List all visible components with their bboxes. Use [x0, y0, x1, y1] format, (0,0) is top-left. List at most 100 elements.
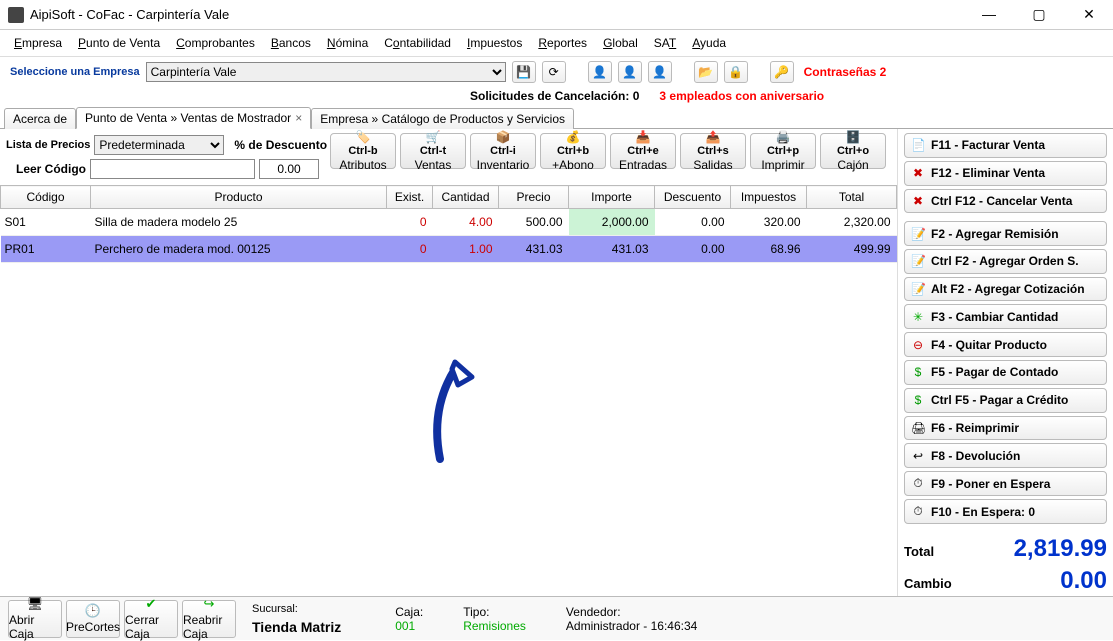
menu-global[interactable]: Global: [597, 34, 644, 52]
precortes-button[interactable]: 🕒PreCortes: [66, 600, 120, 638]
refresh-icon[interactable]: ⟳: [542, 61, 566, 83]
maximize-button[interactable]: ▢: [1023, 6, 1055, 23]
box-icon: 📦: [496, 130, 511, 144]
en-espera-button[interactable]: ⏱F10 - En Espera: 0: [904, 499, 1107, 524]
eliminar-button[interactable]: ✖F12 - Eliminar Venta: [904, 161, 1107, 186]
shortcut-bar: 🏷️Ctrl-bAtributos 🛒Ctrl-tVentas 📦Ctrl-iI…: [330, 133, 886, 169]
table-row[interactable]: S01 Silla de madera modelo 25 0 4.00 500…: [1, 209, 897, 236]
lock-icon[interactable]: 🔒: [724, 61, 748, 83]
entradas-button[interactable]: 📥Ctrl+eEntradas: [610, 133, 676, 169]
tab-catalogo-productos[interactable]: Empresa » Catálogo de Productos y Servic…: [311, 108, 574, 129]
facturar-button[interactable]: 📄F11 - Facturar Venta: [904, 133, 1107, 158]
menu-comprobantes[interactable]: Comprobantes: [170, 34, 261, 52]
col-precio[interactable]: Precio: [499, 186, 569, 209]
imprimir-button[interactable]: 🖨️Ctrl+pImprimir: [750, 133, 816, 169]
label-seleccione-empresa: Seleccione una Empresa: [10, 66, 140, 78]
clock-icon: ⏱: [911, 504, 925, 519]
tab-acerca-de[interactable]: Acerca de: [4, 108, 76, 129]
table-row[interactable]: PR01 Perchero de madera mod. 00125 0 1.0…: [1, 236, 897, 263]
pagar-credito-button[interactable]: $Ctrl F5 - Pagar a Crédito: [904, 388, 1107, 413]
menu-nomina[interactable]: Nómina: [321, 34, 374, 52]
tab-ventas-mostrador[interactable]: Punto de Venta » Ventas de Mostrador×: [76, 107, 311, 129]
user1-icon[interactable]: 👤: [588, 61, 612, 83]
minimize-button[interactable]: —: [973, 6, 1005, 23]
folder-icon[interactable]: 📂: [694, 61, 718, 83]
atributos-button[interactable]: 🏷️Ctrl-bAtributos: [330, 133, 396, 169]
pct-descuento-label: % de Descuento: [234, 138, 327, 152]
key-icon[interactable]: 🔑: [770, 61, 794, 83]
espera-button[interactable]: ⏱F9 - Poner en Espera: [904, 471, 1107, 496]
col-cantidad[interactable]: Cantidad: [433, 186, 499, 209]
cajon-button[interactable]: 🗄️Ctrl+oCajón: [820, 133, 886, 169]
ventas-button[interactable]: 🛒Ctrl-tVentas: [400, 133, 466, 169]
user2-icon[interactable]: 👤: [618, 61, 642, 83]
col-producto[interactable]: Producto: [91, 186, 387, 209]
col-importe[interactable]: Importe: [569, 186, 655, 209]
doc-icon: 📝: [911, 227, 925, 241]
menu-contabilidad[interactable]: Contabilidad: [378, 34, 457, 52]
lista-precios-label: Lista de Precios: [6, 139, 90, 151]
menu-ayuda[interactable]: Ayuda: [686, 34, 732, 52]
solicitudes-label: Solicitudes de Cancelación: 0: [470, 89, 639, 103]
window-title: AipiSoft - CoFac - Carpintería Vale: [30, 7, 973, 22]
cambiar-cantidad-button[interactable]: ✳F3 - Cambiar Cantidad: [904, 304, 1107, 329]
toolbar: Seleccione una Empresa Carpintería Vale …: [0, 57, 1113, 87]
tab-bar: Acerca de Punto de Venta » Ventas de Mos…: [0, 107, 1113, 129]
return-icon: ↩: [911, 449, 925, 463]
empresa-select[interactable]: Carpintería Vale: [146, 62, 506, 82]
col-exist[interactable]: Exist.: [387, 186, 433, 209]
menu-impuestos[interactable]: Impuestos: [461, 34, 528, 52]
drawer-icon: 🗄️: [846, 130, 861, 144]
col-impuestos[interactable]: Impuestos: [731, 186, 807, 209]
col-descuento[interactable]: Descuento: [655, 186, 731, 209]
delete-icon: ✖: [911, 166, 925, 180]
credit-icon: $: [911, 393, 925, 407]
menu-empresa[interactable]: Empresa: [8, 34, 68, 52]
agregar-orden-button[interactable]: 📝Ctrl F2 - Agregar Orden S.: [904, 249, 1107, 274]
close-icon[interactable]: ×: [295, 111, 302, 125]
close-button[interactable]: ✕: [1073, 6, 1105, 23]
reabrir-caja-button[interactable]: ↪Reabrir Caja: [182, 600, 236, 638]
devolucion-button[interactable]: ↩F8 - Devolución: [904, 443, 1107, 468]
titlebar: AipiSoft - CoFac - Carpintería Vale — ▢ …: [0, 0, 1113, 30]
user3-icon[interactable]: 👤: [648, 61, 672, 83]
pagar-contado-button[interactable]: $F5 - Pagar de Contado: [904, 360, 1107, 385]
minus-icon: ⊖: [911, 338, 925, 352]
col-total[interactable]: Total: [807, 186, 897, 209]
cash-icon: $: [911, 365, 925, 379]
contrasenas-label[interactable]: Contraseñas 2: [804, 65, 887, 79]
total-label: Total: [904, 544, 934, 559]
leer-codigo-input[interactable]: [90, 159, 255, 179]
tipo-field: Tipo:Remisiones: [463, 605, 526, 633]
save-icon[interactable]: 💾: [512, 61, 536, 83]
col-codigo[interactable]: Código: [1, 186, 91, 209]
lista-precios-select[interactable]: Predeterminada: [94, 135, 224, 155]
abrir-caja-button[interactable]: 🖥Abrir Caja: [8, 600, 62, 638]
clock-icon: 🕒: [85, 603, 101, 619]
redo-icon: ↪: [204, 596, 215, 612]
menu-sat[interactable]: SAT: [648, 34, 682, 52]
abono-button[interactable]: 💰Ctrl+b+Abono: [540, 133, 606, 169]
reimprimir-button[interactable]: 🖨F6 - Reimprimir: [904, 416, 1107, 441]
menu-bancos[interactable]: Bancos: [265, 34, 317, 52]
cancel-icon: ✖: [911, 194, 925, 208]
total-value: 2,819.99: [1014, 535, 1107, 563]
terminal-icon: 🖥: [27, 596, 44, 612]
invoice-icon: 📄: [911, 138, 925, 152]
action-panel: 📄F11 - Facturar Venta ✖F12 - Eliminar Ve…: [898, 129, 1113, 603]
aniversario-label[interactable]: 3 empleados con aniversario: [659, 89, 824, 103]
main-panel: Lista de Precios Predeterminada % de Des…: [0, 129, 898, 603]
sucursal-field: Sucursal: Tienda Matriz: [252, 603, 341, 635]
descuento-input[interactable]: [259, 159, 319, 179]
salidas-button[interactable]: 📤Ctrl+sSalidas: [680, 133, 746, 169]
info-line: Solicitudes de Cancelación: 0 3 empleado…: [0, 87, 1113, 107]
quitar-producto-button[interactable]: ⊖F4 - Quitar Producto: [904, 332, 1107, 357]
inventario-button[interactable]: 📦Ctrl-iInventario: [470, 133, 536, 169]
menu-pdv[interactable]: Punto de Venta: [72, 34, 166, 52]
agregar-remision-button[interactable]: 📝F2 - Agregar Remisión: [904, 221, 1107, 246]
tag-icon: 🏷️: [356, 130, 371, 144]
cerrar-caja-button[interactable]: ✔Cerrar Caja: [124, 600, 178, 638]
cancelar-button[interactable]: ✖Ctrl F12 - Cancelar Venta: [904, 189, 1107, 214]
agregar-cotizacion-button[interactable]: 📝Alt F2 - Agregar Cotización: [904, 277, 1107, 302]
menu-reportes[interactable]: Reportes: [532, 34, 593, 52]
